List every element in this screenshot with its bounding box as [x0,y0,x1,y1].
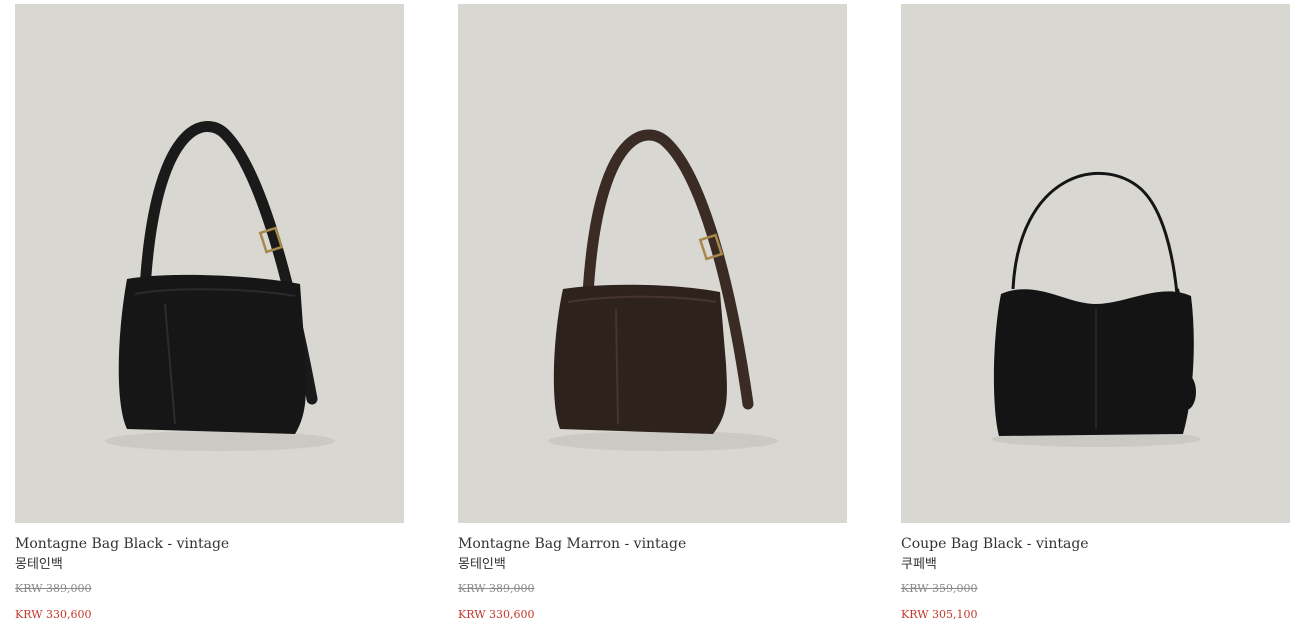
sale-price: KRW 305,100 [901,608,978,621]
sale-price: KRW 330,600 [458,608,535,621]
shoulder-bag-brown-icon [548,129,778,451]
shoulder-bag-black-icon [105,121,335,451]
product-name[interactable]: Montagne Bag Marron - vintage [458,535,847,553]
product-image[interactable] [15,4,404,523]
sale-price: KRW 330,600 [15,608,92,621]
product-korean-name: 몽테인백 [15,557,63,572]
product-card-coupe-black[interactable]: Coupe Bag Black - vintage 쿠페백 KRW 359,00… [901,4,1290,622]
original-price: KRW 389,000 [15,582,92,595]
product-card-montagne-marron[interactable]: Montagne Bag Marron - vintage 몽테인백 KRW 3… [458,4,847,622]
hobo-bag-black-icon [991,172,1201,447]
product-korean-name: 몽테인백 [458,557,506,572]
product-name[interactable]: Coupe Bag Black - vintage [901,535,1290,553]
product-korean-name: 쿠페백 [901,557,937,572]
product-image[interactable] [901,4,1290,523]
product-card-montagne-black[interactable]: Montagne Bag Black - vintage 몽테인백 KRW 38… [15,4,404,622]
product-name[interactable]: Montagne Bag Black - vintage [15,535,404,553]
original-price: KRW 389,000 [458,582,535,595]
product-image[interactable] [458,4,847,523]
product-grid: Montagne Bag Black - vintage 몽테인백 KRW 38… [0,0,1298,628]
original-price: KRW 359,000 [901,582,978,595]
